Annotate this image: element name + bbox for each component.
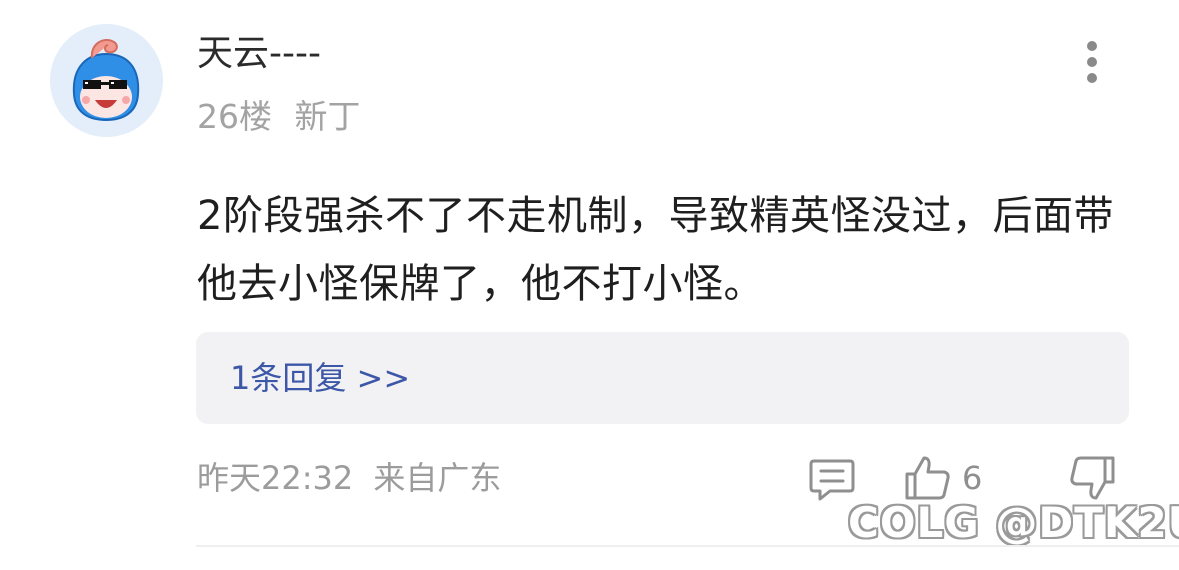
like-button[interactable] — [904, 454, 952, 502]
author-name[interactable]: 天云---- — [197, 30, 321, 78]
more-options-button[interactable] — [1070, 38, 1114, 88]
user-level: 新丁 — [294, 97, 361, 136]
replies-panel[interactable]: 1条回复 >> — [196, 332, 1129, 424]
post-footer-meta: 昨天22:32 来自广东 — [197, 455, 501, 501]
like-count: 6 — [962, 459, 983, 497]
floor-number: 26楼 — [197, 97, 272, 136]
user-avatar[interactable] — [50, 24, 163, 137]
thumbs-up-icon — [905, 456, 950, 500]
mascot-avatar-icon — [50, 24, 163, 137]
post-meta: 26楼 新丁 — [197, 94, 361, 140]
divider — [196, 545, 1179, 547]
watermark: COLG @DTK2U — [848, 498, 1179, 547]
dislike-button[interactable] — [1068, 454, 1116, 502]
comment-card: 天云---- 26楼 新丁 2阶段强杀不了不走机制，导致精英怪没过，后面带他去小… — [0, 0, 1179, 570]
thumbs-down-icon — [1070, 456, 1115, 500]
view-replies-link[interactable]: 1条回复 >> — [230, 354, 410, 402]
post-time: 昨天22:32 — [197, 459, 354, 497]
post-location: 来自广东 — [373, 459, 502, 497]
more-vertical-icon — [1087, 41, 1097, 83]
comment-content: 2阶段强杀不了不走机制，导致精英怪没过，后面带他去小怪保牌了，他不打小怪。 — [197, 193, 1114, 307]
